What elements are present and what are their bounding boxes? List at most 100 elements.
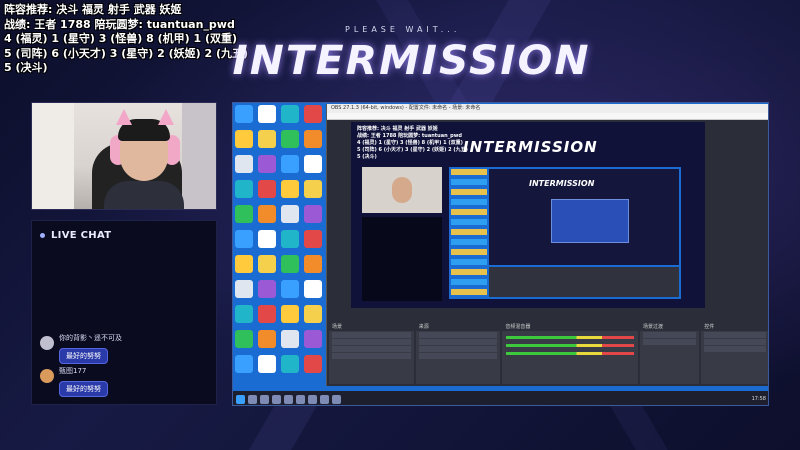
live-dot-icon [40,233,45,238]
preview-line-1: 阵容推荐: 决斗 福灵 射手 武器 妖姬 [357,126,438,132]
audio-mixer-header: 音频混音器 [502,324,638,331]
webcam-shelf [182,103,216,209]
desktop-app-icon[interactable] [235,255,253,273]
desktop-app-icon[interactable] [235,205,253,223]
desktop-app-icon[interactable] [235,305,253,323]
desktop-app-icon[interactable] [281,330,299,348]
desktop-app-icon[interactable] [281,130,299,148]
preview-line-4: 5 (司阵) 6 (小天才) 3 (星守) 2 (妖姬) 2 (九五) [357,147,468,153]
desktop-app-icon[interactable] [258,155,276,173]
controls-header: 控件 [701,324,768,331]
desktop-app-icon[interactable] [281,155,299,173]
preview-screen: INTERMISSION [449,167,681,299]
desktop-app-icon[interactable] [258,280,276,298]
intermission-title: INTERMISSION [232,38,591,84]
chat-username: 甄图177 [59,367,87,375]
desktop-app-icon[interactable] [258,355,276,373]
transition-item[interactable] [642,332,697,338]
control-button[interactable] [704,346,766,352]
transition-item[interactable] [642,339,697,345]
scene-item[interactable] [332,346,411,352]
scene-item[interactable] [332,353,411,359]
desktop-app-icon[interactable] [281,230,299,248]
taskbar-app-icon[interactable] [272,394,281,404]
taskbar-app-icon[interactable] [308,394,317,404]
obs-window: OBS 27.1.3 (64-bit, windows) - 配置文件: 未命名… [326,104,768,386]
webcam-feed [31,102,217,210]
source-item[interactable] [418,346,498,352]
desktop-app-icon[interactable] [235,105,253,123]
desktop-app-icon[interactable] [304,355,322,373]
desktop-app-icon[interactable] [235,130,253,148]
controls-panel[interactable]: 控件 [701,324,768,384]
preview-desktop-icons [451,169,487,297]
desktop-app-icon[interactable] [235,330,253,348]
source-item[interactable] [418,353,498,359]
chat-avatar [40,336,54,350]
sources-panel[interactable]: 来源 [415,324,501,384]
desktop-app-icon[interactable] [304,105,322,123]
desktop-app-icon[interactable] [304,205,322,223]
audio-meter [506,344,634,347]
desktop-app-icon[interactable] [235,180,253,198]
desktop-app-icon[interactable] [281,205,299,223]
scenes-panel[interactable]: 场景 [329,324,414,384]
audio-mixer-panel[interactable]: 音频混音器 [502,324,638,384]
taskbar-app-icon[interactable] [296,394,305,404]
desktop-app-icon[interactable] [304,330,322,348]
desktop-app-icon[interactable] [258,255,276,273]
preview-line-5: 5 (决斗) [357,154,377,160]
taskbar-app-icon[interactable] [332,394,341,404]
taskbar-app-icon[interactable] [320,394,329,404]
start-button-icon[interactable] [236,394,245,404]
desktop-app-icon[interactable] [281,105,299,123]
audio-meter [506,352,634,355]
source-item[interactable] [418,339,498,345]
desktop-app-icon[interactable] [235,230,253,248]
control-button[interactable] [704,332,766,338]
chat-message: 你的背影丶遥不可及 最好的努努 [40,334,122,364]
desktop-app-icon[interactable] [304,305,322,323]
desktop-app-icon[interactable] [281,180,299,198]
desktop-app-icon[interactable] [304,230,322,248]
desktop-app-icon[interactable] [258,205,276,223]
scene-item[interactable] [332,339,411,345]
desktop-app-icon[interactable] [235,280,253,298]
source-item[interactable] [418,332,498,338]
control-button[interactable] [704,339,766,345]
streamer-body [104,181,184,209]
live-chat-title: LIVE CHAT [51,230,112,241]
desktop-app-icon[interactable] [258,130,276,148]
desktop-app-icon[interactable] [304,130,322,148]
desktop-app-icon[interactable] [258,230,276,248]
taskbar-app-icon[interactable] [284,394,293,404]
taskbar-app-icon[interactable] [260,394,269,404]
preview-face [392,177,412,203]
transitions-panel[interactable]: 场景过渡 [639,324,700,384]
audio-meter [506,336,634,339]
desktop-app-icon[interactable] [281,355,299,373]
obs-docks: 场景 来源 音频混音器 场景过渡 控件 [327,322,768,386]
desktop-app-icon[interactable] [304,180,322,198]
desktop-app-icon[interactable] [258,180,276,198]
desktop-app-icon[interactable] [258,305,276,323]
webcam-door [32,103,74,209]
desktop-app-icon[interactable] [281,305,299,323]
desktop-app-icon[interactable] [235,355,253,373]
desktop-app-icon[interactable] [235,155,253,173]
nested-window [551,199,629,243]
lineup-line-1: 阵容推荐: 决斗 福灵 射手 武器 妖姬 [4,3,182,16]
taskbar-clock[interactable]: 17:58 [752,396,766,402]
scene-item[interactable] [332,332,411,338]
desktop-app-icon[interactable] [304,255,322,273]
obs-preview: 阵容推荐: 决斗 福灵 射手 武器 妖姬 战绩: 王者 1788 陪玩圆梦: t… [351,122,705,308]
desktop-app-icon[interactable] [258,330,276,348]
desktop-app-icon[interactable] [281,280,299,298]
obs-menubar [327,113,768,120]
desktop-app-icon[interactable] [304,280,322,298]
desktop-app-icon[interactable] [258,105,276,123]
desktop-app-icon[interactable] [304,155,322,173]
desktop-app-icon[interactable] [281,255,299,273]
taskbar-app-icon[interactable] [248,394,257,404]
windows-taskbar: 17:58 [233,391,768,405]
